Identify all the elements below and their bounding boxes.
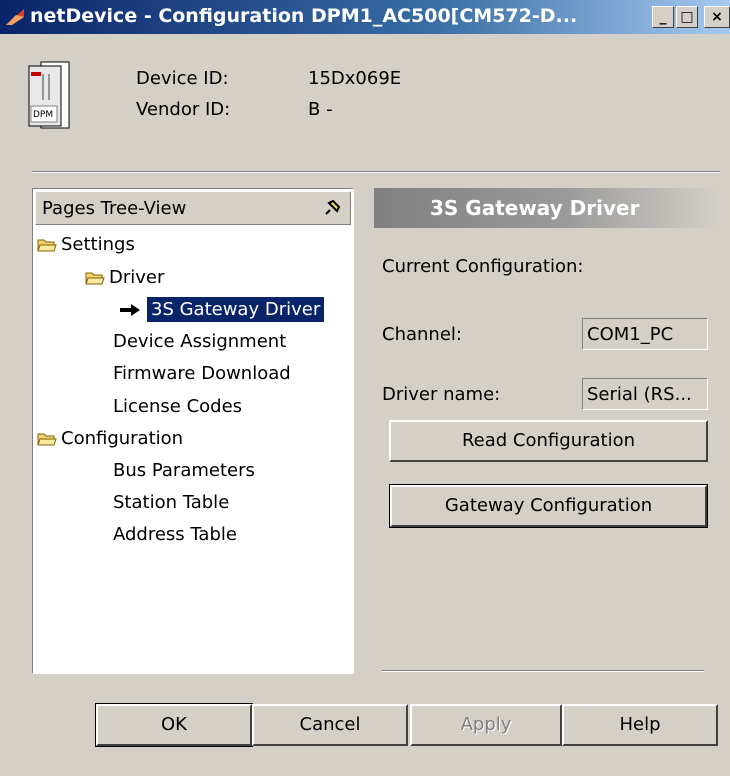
minimize-button[interactable]: _ <box>652 6 674 28</box>
tree-header-label: Pages Tree-View <box>42 198 187 219</box>
title-bar[interactable]: netDevice - Configuration DPM1_AC500[CM5… <box>0 0 730 34</box>
tree-item-label: Configuration <box>61 428 184 449</box>
tree-item-settings[interactable]: Settings <box>37 231 135 259</box>
tree-item-label: Bus Parameters <box>113 460 255 481</box>
tree-item-label: Device Assignment <box>113 331 287 352</box>
device-icon-label: DPM <box>33 110 54 120</box>
panel-title: 3S Gateway Driver <box>430 196 640 220</box>
vendor-id-label: Vendor ID: <box>136 99 231 120</box>
panel-separator <box>382 670 704 672</box>
device-icon: DPM <box>27 60 71 130</box>
driver-name-label: Driver name: <box>382 384 501 405</box>
help-button[interactable]: Help <box>562 704 718 746</box>
read-configuration-button[interactable]: Read Configuration <box>389 420 708 462</box>
gateway-configuration-button[interactable]: Gateway Configuration <box>389 484 708 528</box>
tree-item-address-table[interactable]: Address Table <box>113 521 237 549</box>
folder-open-icon <box>37 239 57 252</box>
tree-item-station-table[interactable]: Station Table <box>113 489 229 517</box>
vendor-id-value: B - <box>308 99 333 120</box>
tree-item-label: License Codes <box>113 396 243 417</box>
tree-item-label: Station Table <box>113 492 230 513</box>
folder-open-icon <box>85 272 105 285</box>
tree-item-label: 3S Gateway Driver <box>147 297 325 322</box>
header-separator <box>32 171 720 173</box>
ok-button[interactable]: OK <box>95 703 253 747</box>
tree-item-device-assignment[interactable]: Device Assignment <box>113 328 286 356</box>
arrow-right-icon <box>120 304 140 316</box>
maximize-button[interactable]: □ <box>676 6 698 28</box>
panel-title-bar: 3S Gateway Driver <box>374 188 720 228</box>
tree-header: Pages Tree-View <box>35 191 351 225</box>
tree-item-label: Address Table <box>113 524 237 545</box>
pin-icon[interactable] <box>322 198 342 218</box>
device-id-label: Device ID: <box>136 68 229 89</box>
driver-name-value: Serial (RS... <box>582 378 708 410</box>
current-configuration-label: Current Configuration: <box>382 256 584 277</box>
tree-item-configuration[interactable]: Configuration <box>37 425 183 453</box>
tree-item-driver[interactable]: Driver <box>85 264 164 292</box>
channel-label: Channel: <box>382 324 462 345</box>
cancel-button[interactable]: Cancel <box>252 704 408 746</box>
tree-item-label: Driver <box>109 267 165 288</box>
close-button[interactable]: × <box>704 6 730 28</box>
tree-item-3s-gateway-driver[interactable]: 3S Gateway Driver <box>119 296 325 324</box>
tree-item-license-codes[interactable]: License Codes <box>113 393 242 421</box>
device-id-value: 15Dx069E <box>308 68 402 89</box>
apply-button[interactable]: Apply <box>410 704 562 746</box>
folder-open-icon <box>37 433 57 446</box>
app-icon <box>6 9 24 25</box>
tree-item-bus-parameters[interactable]: Bus Parameters <box>113 457 255 485</box>
tree-item-label: Firmware Download <box>113 363 291 384</box>
channel-value: COM1_PC <box>582 318 708 350</box>
window-title: netDevice - Configuration DPM1_AC500[CM5… <box>30 5 578 27</box>
tree-item-firmware-download[interactable]: Firmware Download <box>113 360 291 388</box>
tree-item-label: Settings <box>61 234 135 255</box>
pages-tree-view[interactable]: Pages Tree-View Settings Driver 3S Gatew… <box>32 188 354 674</box>
